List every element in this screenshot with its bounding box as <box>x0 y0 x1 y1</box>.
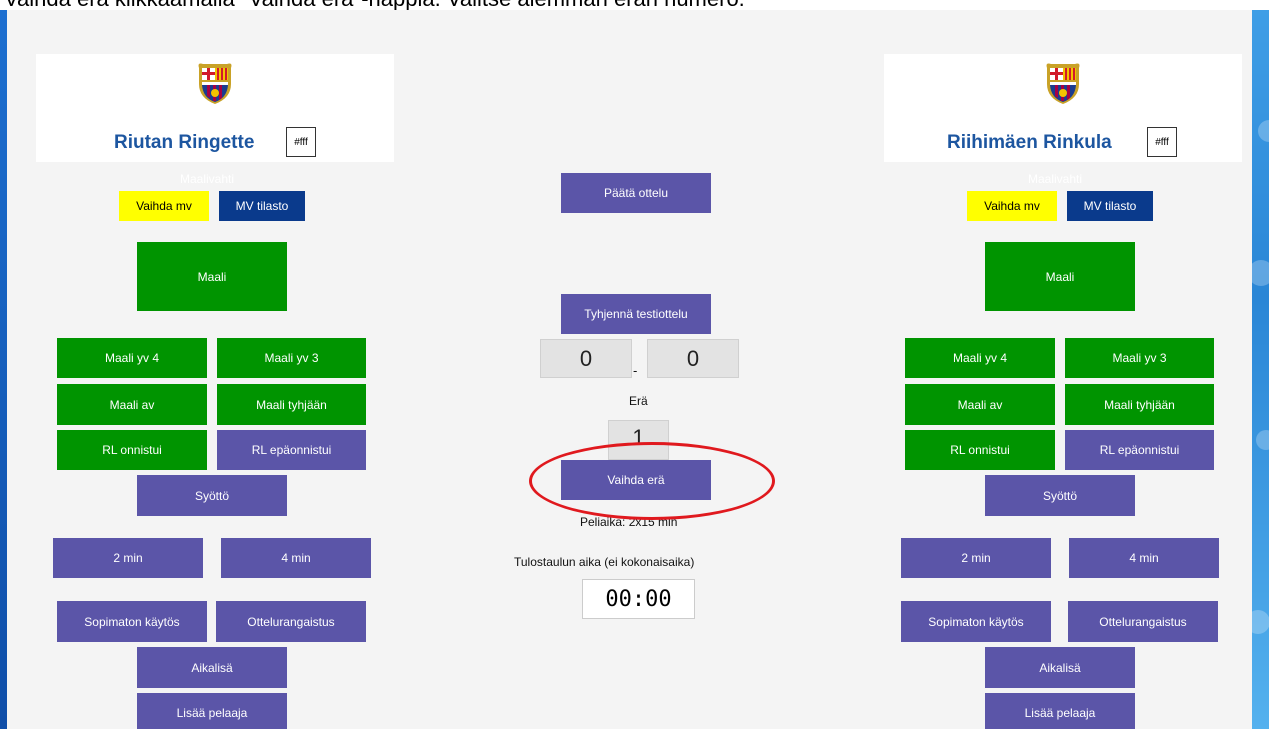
home-team-color-field[interactable]: #fff <box>286 127 316 157</box>
away-team-name: Riihimäen Rinkula <box>947 132 1112 153</box>
away-goal-sh-button[interactable]: Maali av <box>905 384 1055 425</box>
home-team-name: Riutan Ringette <box>114 132 255 153</box>
home-add-player-button[interactable]: Lisää pelaaja <box>137 693 287 729</box>
home-assist-button[interactable]: Syöttö <box>137 475 287 516</box>
scoreboard-app: Riutan Ringette #fff Maalivahti Vaihda m… <box>7 10 1252 729</box>
home-4min-penalty-button[interactable]: 4 min <box>221 538 371 578</box>
away-goal-empty-net-button[interactable]: Maali tyhjään <box>1065 384 1214 425</box>
away-4min-penalty-button[interactable]: 4 min <box>1069 538 1219 578</box>
clear-test-match-button[interactable]: Tyhjennä testiottelu <box>561 294 711 334</box>
home-goalie-stats-button[interactable]: MV tilasto <box>219 191 305 221</box>
home-misconduct-button[interactable]: Sopimaton käytös <box>57 601 207 642</box>
scoreboard-clock-field[interactable]: 00:00 <box>582 579 695 619</box>
score-separator: - <box>633 363 638 378</box>
away-timeout-button[interactable]: Aikalisä <box>985 647 1135 688</box>
home-score-field[interactable]: 0 <box>540 339 632 378</box>
home-goal-pp3-button[interactable]: Maali yv 3 <box>217 338 366 378</box>
away-add-player-button[interactable]: Lisää pelaaja <box>985 693 1135 729</box>
away-goal-pp3-button[interactable]: Maali yv 3 <box>1065 338 1214 378</box>
left-window-edge <box>0 10 7 729</box>
home-goalie-label: Maalivahti <box>180 172 235 186</box>
home-goal-sh-button[interactable]: Maali av <box>57 384 207 425</box>
club-crest-icon <box>198 63 232 104</box>
away-penalty-shot-fail-button[interactable]: RL epäonnistui <box>1065 430 1214 470</box>
home-timeout-button[interactable]: Aikalisä <box>137 647 287 688</box>
club-crest-icon <box>1046 63 1080 104</box>
away-2min-penalty-button[interactable]: 2 min <box>901 538 1051 578</box>
away-change-goalie-button[interactable]: Vaihda mv <box>967 191 1057 221</box>
away-goal-button[interactable]: Maali <box>985 242 1135 311</box>
game-time-label: Peliaika: 2x15 min <box>580 515 678 529</box>
home-penalty-shot-fail-button[interactable]: RL epäonnistui <box>217 430 366 470</box>
away-misconduct-button[interactable]: Sopimaton käytös <box>901 601 1051 642</box>
away-team-color-field[interactable]: #fff <box>1147 127 1177 157</box>
change-period-button[interactable]: Vaihda erä <box>561 460 711 500</box>
home-2min-penalty-button[interactable]: 2 min <box>53 538 203 578</box>
away-team-card: Riihimäen Rinkula #fff <box>884 54 1242 162</box>
away-goalie-stats-button[interactable]: MV tilasto <box>1067 191 1153 221</box>
home-change-goalie-button[interactable]: Vaihda mv <box>119 191 209 221</box>
right-window-edge <box>1252 10 1269 729</box>
away-goalie-label: Maalivahti <box>1028 172 1083 186</box>
away-penalty-shot-success-button[interactable]: RL onnistui <box>905 430 1055 470</box>
period-field[interactable]: 1 <box>608 420 669 460</box>
home-match-penalty-button[interactable]: Ottelurangaistus <box>216 601 366 642</box>
home-team-card: Riutan Ringette #fff <box>36 54 394 162</box>
away-score-field[interactable]: 0 <box>647 339 739 378</box>
period-label: Erä <box>629 394 648 408</box>
end-match-button[interactable]: Päätä ottelu <box>561 173 711 213</box>
away-match-penalty-button[interactable]: Ottelurangaistus <box>1068 601 1218 642</box>
home-goal-empty-net-button[interactable]: Maali tyhjään <box>217 384 366 425</box>
scoreboard-clock-label: Tulostaulun aika (ei kokonaisaika) <box>514 555 695 569</box>
home-goal-button[interactable]: Maali <box>137 242 287 311</box>
home-goal-pp4-button[interactable]: Maali yv 4 <box>57 338 207 378</box>
away-goal-pp4-button[interactable]: Maali yv 4 <box>905 338 1055 378</box>
away-assist-button[interactable]: Syöttö <box>985 475 1135 516</box>
home-penalty-shot-success-button[interactable]: RL onnistui <box>57 430 207 470</box>
